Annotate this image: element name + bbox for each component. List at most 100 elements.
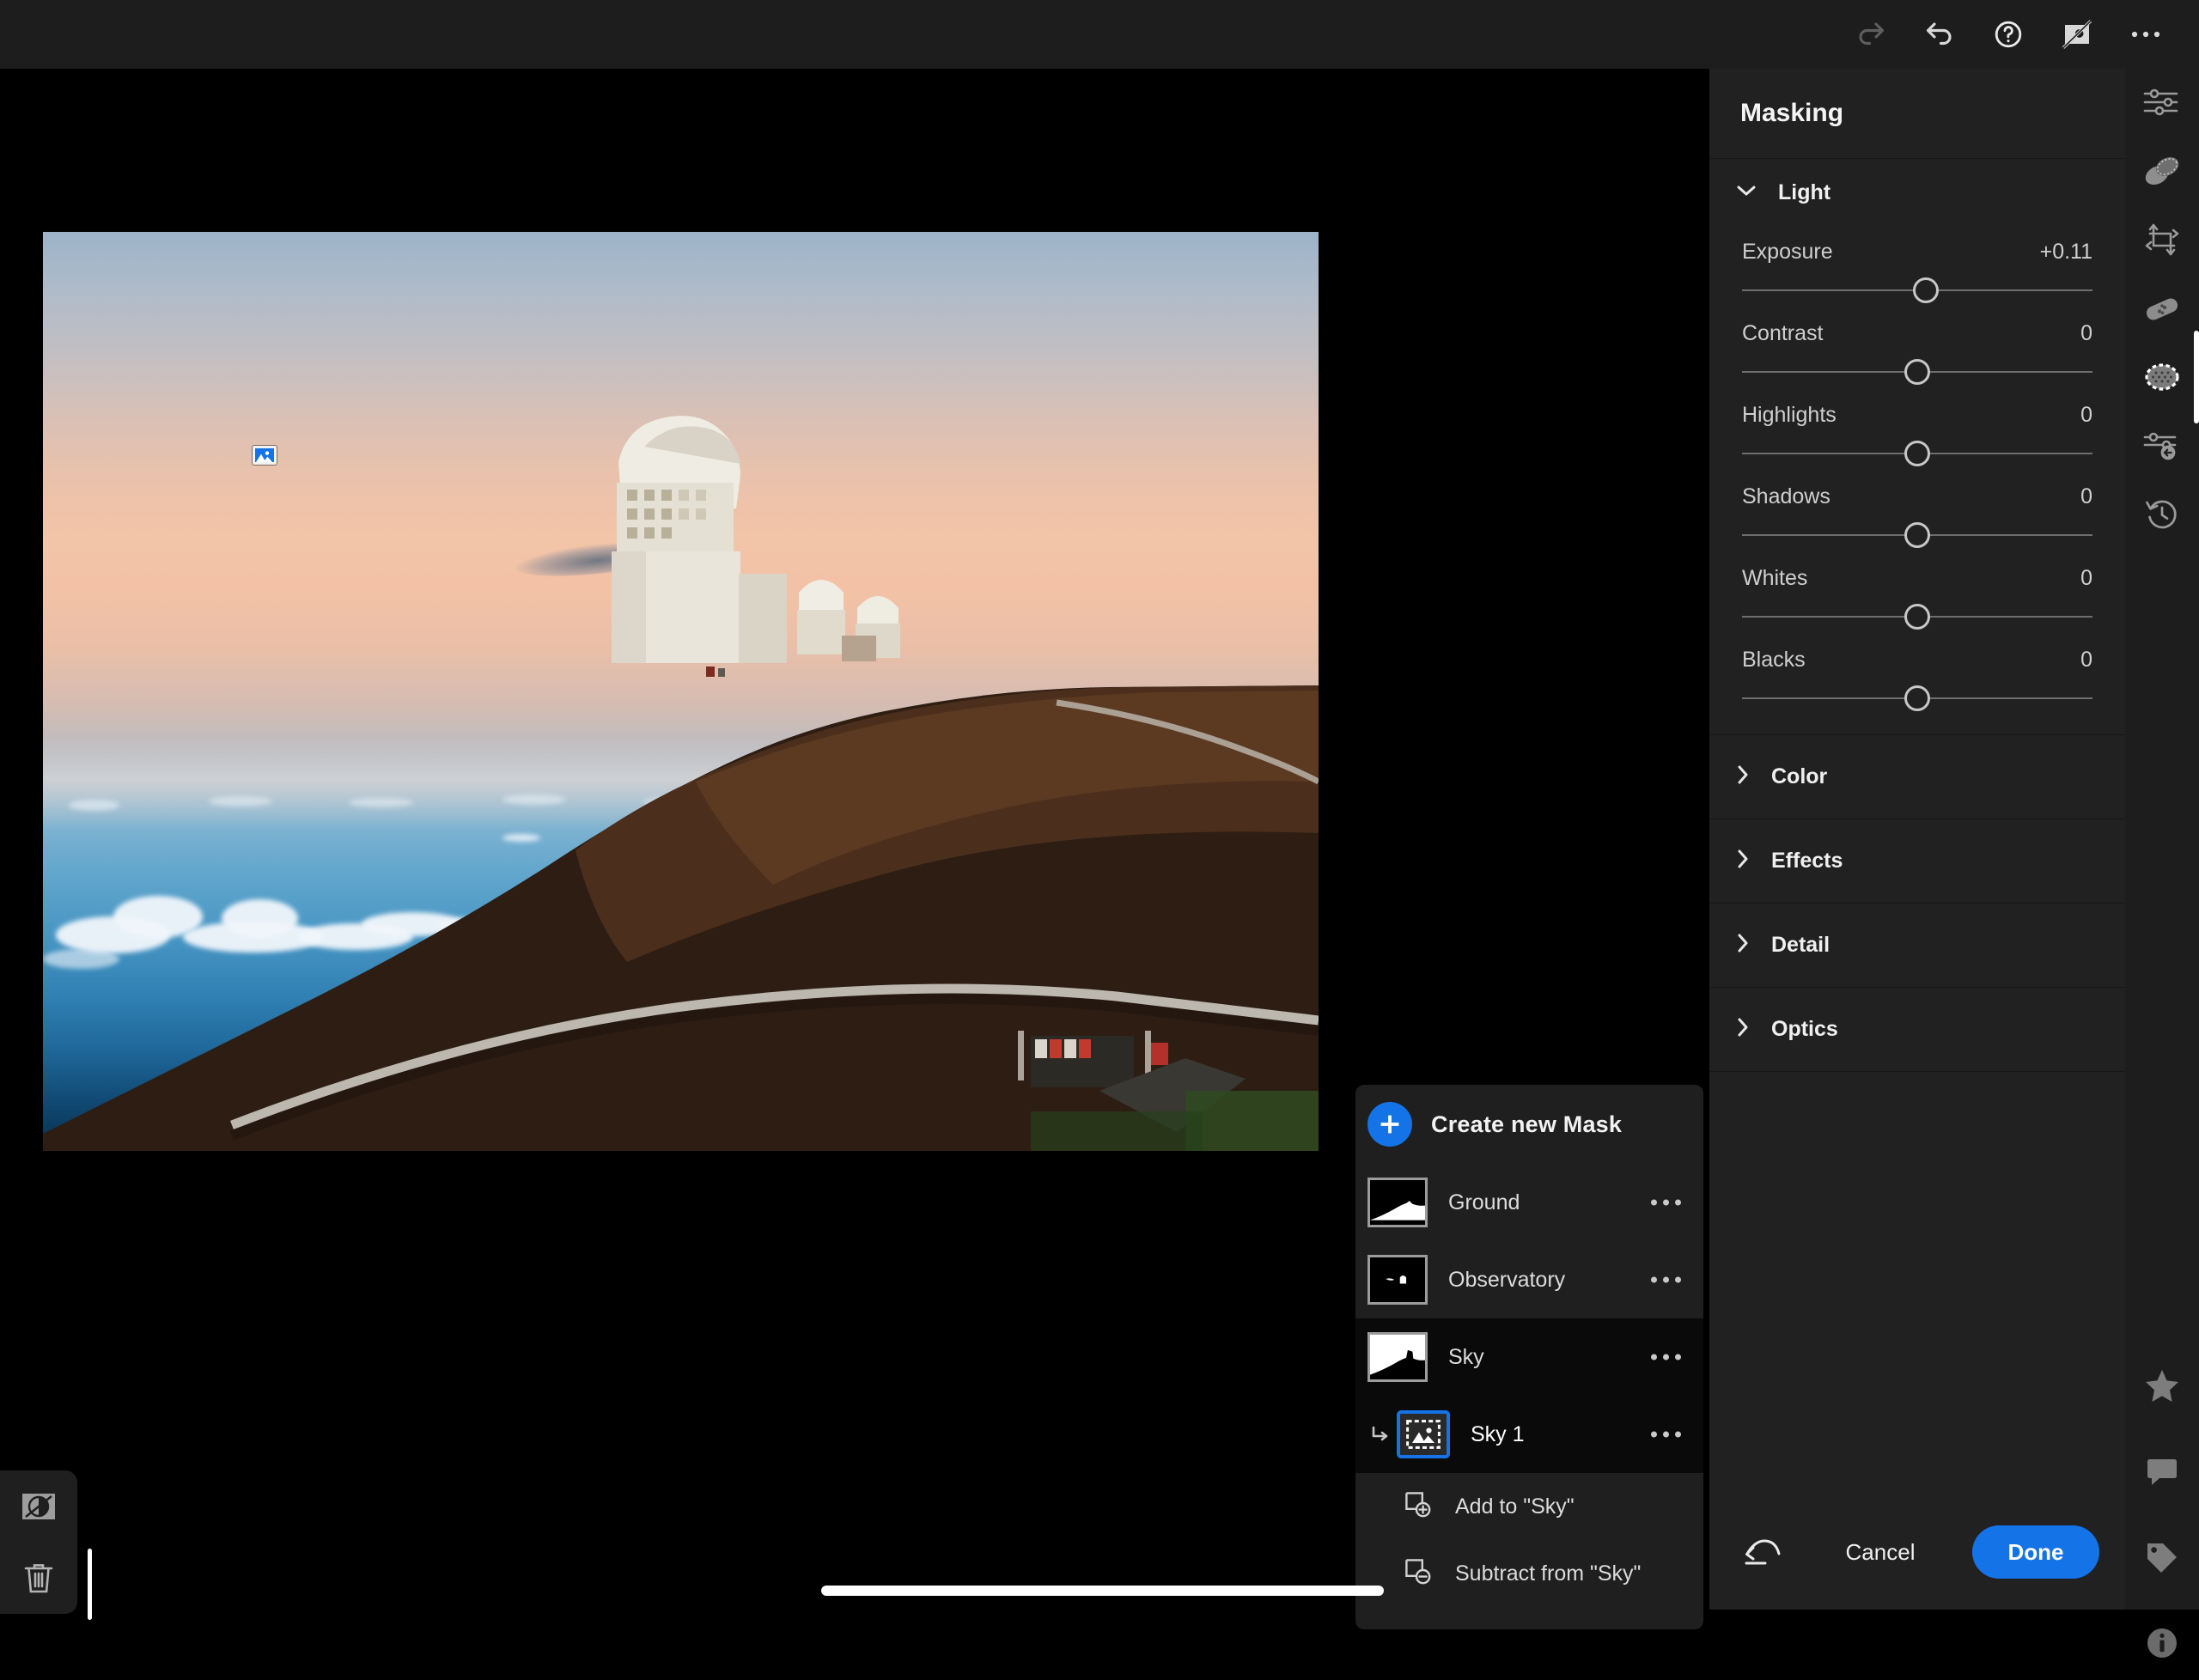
section-color[interactable]: Color (1709, 735, 2125, 819)
slider-highlights-thumb[interactable] (1904, 441, 1930, 466)
slider-blacks-track[interactable] (1742, 681, 2092, 715)
slider-blacks-value: 0 (2080, 648, 2092, 672)
slider-contrast-track[interactable] (1742, 355, 2092, 389)
section-light-header[interactable]: Light (1709, 159, 2125, 226)
section-detail-label: Detail (1771, 933, 1830, 957)
subtract-from-mask-label: Subtract from "Sky" (1455, 1561, 1642, 1586)
panel-title: Masking (1740, 99, 1844, 127)
create-new-mask-label: Create new Mask (1431, 1111, 1623, 1137)
chevron-right-icon (1737, 765, 1749, 788)
chevron-down-icon (1737, 185, 1756, 201)
help-icon[interactable] (1974, 0, 2043, 69)
versions-icon[interactable] (2125, 478, 2199, 551)
hide-mask-overlay-icon[interactable] (2043, 0, 2111, 69)
create-new-mask-button[interactable]: Create new Mask (1355, 1085, 1703, 1164)
add-to-mask-icon (1404, 1490, 1433, 1524)
mask-row-ground[interactable]: Ground (1355, 1164, 1703, 1241)
presets-icon[interactable] (2125, 134, 2199, 208)
slider-contrast-thumb[interactable] (1904, 359, 1930, 385)
subtract-from-mask-button[interactable]: Subtract from "Sky" (1355, 1540, 1703, 1607)
section-light: Light Exposure +0.11 Contrast 0 Highligh… (1709, 159, 2125, 735)
section-light-label: Light (1778, 180, 1831, 204)
panel-scroll-area[interactable]: Light Exposure +0.11 Contrast 0 Highligh… (1709, 159, 2125, 1494)
slider-shadows-thumb[interactable] (1904, 522, 1930, 548)
home-indicator (821, 1586, 1384, 1596)
mask-name-observatory: Observatory (1448, 1267, 1566, 1292)
slider-contrast-value: 0 (2080, 321, 2092, 345)
top-toolbar (0, 0, 2199, 69)
photo-canvas[interactable]: Create new Mask Ground Observatory Sky S… (0, 69, 1709, 1629)
section-color-label: Color (1771, 764, 1828, 788)
mask-tools-mini-panel (0, 1470, 77, 1614)
section-effects[interactable]: Effects (1709, 819, 2125, 904)
slider-exposure-track[interactable] (1742, 273, 2092, 307)
photo-observatory-and-ridge (43, 416, 1319, 1151)
add-to-mask-button[interactable]: Add to "Sky" (1355, 1473, 1703, 1540)
submask-row-sky-1[interactable]: Sky 1 (1355, 1396, 1703, 1473)
comments-icon[interactable] (2125, 1434, 2199, 1508)
redo-icon[interactable] (1837, 0, 1905, 69)
slider-whites-track[interactable] (1742, 600, 2092, 634)
slider-contrast-label: Contrast (1742, 321, 1824, 345)
undo-icon[interactable] (1905, 0, 1974, 69)
add-to-mask-label: Add to "Sky" (1455, 1494, 1575, 1519)
slider-whites-label: Whites (1742, 566, 1808, 590)
slider-exposure[interactable]: Exposure +0.11 (1709, 240, 2125, 307)
reset-icon[interactable] (1735, 1525, 1788, 1579)
mask-list-panel: Create new Mask Ground Observatory Sky S… (1355, 1085, 1703, 1629)
edit-icon[interactable] (2125, 65, 2199, 139)
keywords-icon[interactable] (2125, 1520, 2199, 1594)
mask-name-sky: Sky (1448, 1344, 1484, 1369)
slider-contrast[interactable]: Contrast 0 (1709, 321, 2125, 389)
mask-more-options-ground[interactable] (1651, 1199, 1681, 1206)
prev-edits-icon[interactable] (2125, 409, 2199, 483)
mask-thumbnail-sky (1368, 1332, 1428, 1382)
delete-mask-icon[interactable] (13, 1552, 64, 1604)
crop-icon[interactable] (2125, 203, 2199, 277)
submask-branch-arrow-icon (1368, 1424, 1393, 1445)
mask-row-sky[interactable]: Sky (1355, 1318, 1703, 1396)
healing-icon[interactable] (2125, 271, 2199, 345)
slider-shadows-label: Shadows (1742, 484, 1830, 508)
section-effects-label: Effects (1771, 849, 1843, 873)
slider-shadows-track[interactable] (1742, 518, 2092, 552)
section-detail[interactable]: Detail (1709, 904, 2125, 988)
more-options-icon[interactable] (2111, 0, 2180, 69)
submask-name-sky-1: Sky 1 (1471, 1421, 1525, 1446)
select-subject-icon (1397, 1410, 1450, 1458)
slider-whites-thumb[interactable] (1904, 604, 1930, 630)
slider-blacks[interactable]: Blacks 0 (1709, 648, 2125, 715)
slider-whites[interactable]: Whites 0 (1709, 566, 2125, 634)
mask-name-ground: Ground (1448, 1190, 1520, 1214)
submask-more-options-sky-1[interactable] (1651, 1431, 1681, 1438)
plus-icon (1368, 1102, 1412, 1147)
image-mask-pin[interactable] (252, 446, 277, 466)
section-optics[interactable]: Optics (1709, 988, 2125, 1072)
slider-highlights[interactable]: Highlights 0 (1709, 403, 2125, 471)
mask-more-options-sky[interactable] (1651, 1354, 1681, 1360)
mask-row-observatory[interactable]: Observatory (1355, 1241, 1703, 1318)
star-rating-icon[interactable] (2125, 1348, 2199, 1422)
chevron-right-icon (1737, 1018, 1749, 1041)
slider-exposure-value: +0.11 (2039, 240, 2092, 264)
panel-footer: Cancel Done (1709, 1494, 2125, 1610)
section-optics-label: Optics (1771, 1017, 1838, 1041)
done-button[interactable]: Done (1972, 1525, 2099, 1579)
masking-edit-panel: Masking Light Exposure +0.11 Contrast 0 … (1709, 69, 2125, 1610)
masking-icon[interactable] (2125, 340, 2199, 414)
slider-shadows[interactable]: Shadows 0 (1709, 484, 2125, 552)
slider-exposure-thumb[interactable] (1913, 277, 1940, 303)
info-icon[interactable] (2125, 1606, 2199, 1680)
slider-highlights-label: Highlights (1742, 403, 1837, 427)
slider-highlights-track[interactable] (1742, 436, 2092, 471)
slider-blacks-label: Blacks (1742, 648, 1806, 672)
chevron-right-icon (1737, 934, 1749, 957)
slider-exposure-label: Exposure (1742, 240, 1833, 264)
slider-blacks-thumb[interactable] (1904, 685, 1930, 711)
chevron-right-icon (1737, 849, 1749, 873)
cancel-button[interactable]: Cancel (1788, 1539, 1972, 1566)
slider-highlights-value: 0 (2080, 403, 2092, 427)
photo-image[interactable] (43, 232, 1319, 1151)
mask-more-options-observatory[interactable] (1651, 1276, 1681, 1283)
invert-mask-icon[interactable] (13, 1481, 64, 1532)
